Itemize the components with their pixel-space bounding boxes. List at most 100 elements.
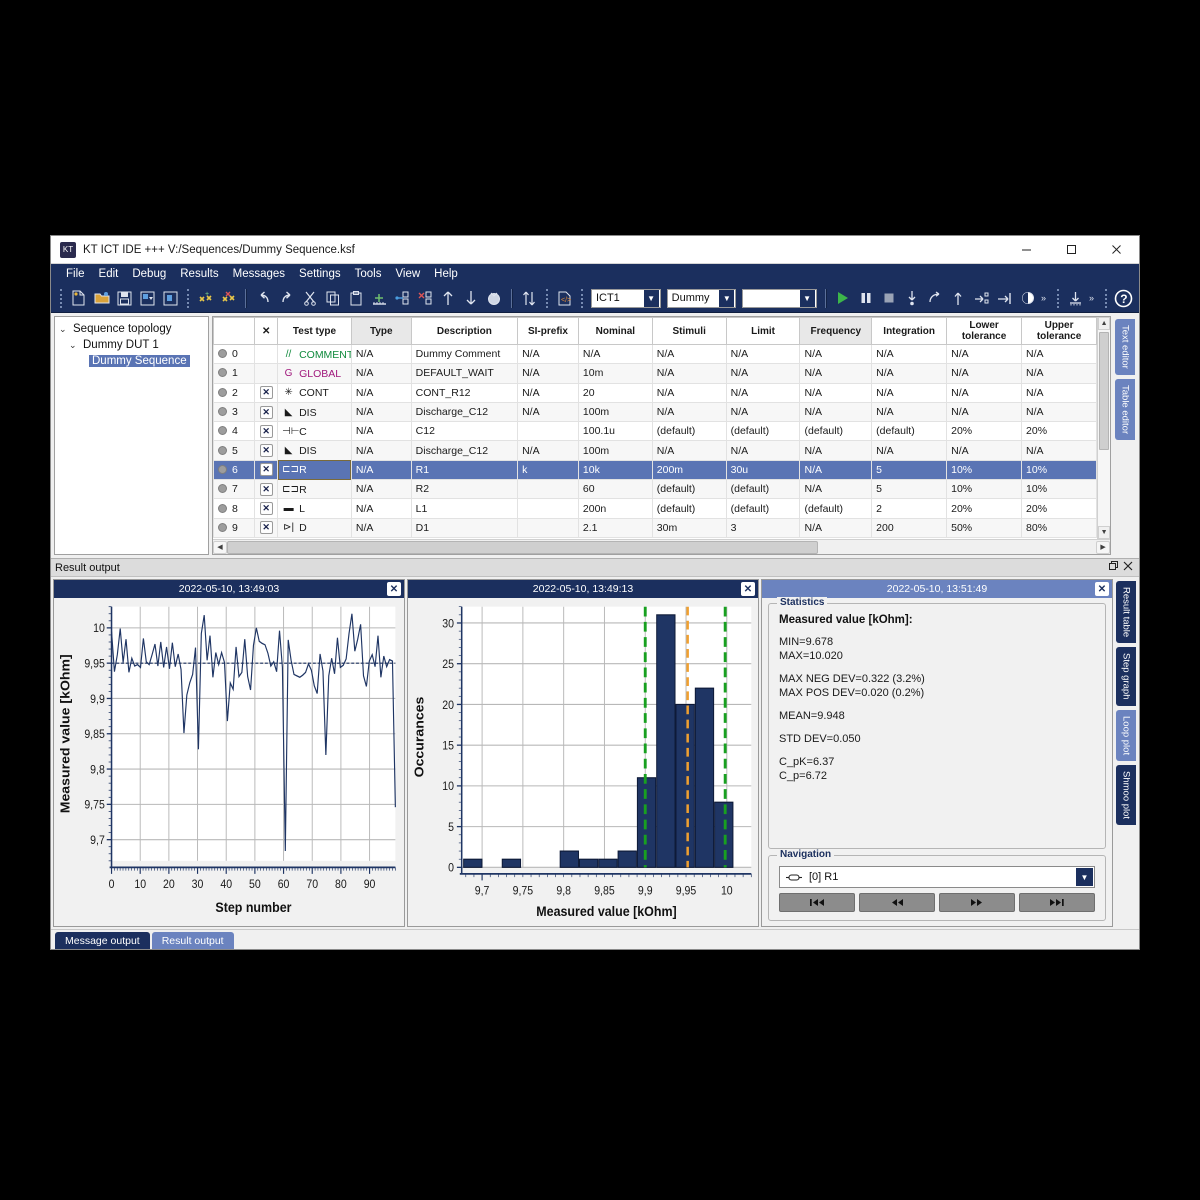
- tab-table-editor[interactable]: Table editor: [1115, 378, 1136, 440]
- cell-limit[interactable]: 3: [725, 518, 801, 538]
- cell-integration[interactable]: N/A: [871, 402, 948, 423]
- move-up-icon[interactable]: [438, 287, 459, 310]
- cell-si-prefix[interactable]: N/A: [517, 383, 579, 403]
- cell-index[interactable]: 2: [213, 383, 256, 403]
- cell-frequency[interactable]: N/A: [799, 440, 873, 461]
- link-icon[interactable]: [392, 287, 413, 310]
- cell-frequency[interactable]: N/A: [799, 344, 873, 365]
- pane-header-3[interactable]: 2022-05-10, 13:51:49 ✕: [762, 580, 1112, 598]
- move-down-icon[interactable]: [461, 287, 482, 310]
- th-description[interactable]: Description: [410, 317, 519, 345]
- clear-icon[interactable]: [484, 287, 505, 310]
- paste-icon[interactable]: [346, 287, 367, 310]
- cell-lower-tolerance[interactable]: N/A: [946, 344, 1023, 365]
- cell-index[interactable]: 4: [213, 421, 256, 442]
- script-icon[interactable]: </>: [554, 287, 575, 310]
- cell-type[interactable]: N/A: [350, 402, 412, 423]
- vscroll-thumb[interactable]: [1099, 332, 1110, 450]
- cut-icon[interactable]: [299, 287, 320, 310]
- cell-test-type[interactable]: G GLOBAL: [277, 363, 352, 384]
- scroll-left-icon[interactable]: ◀: [213, 540, 227, 554]
- download-icon[interactable]: [1065, 287, 1086, 310]
- cell-description[interactable]: DEFAULT_WAIT: [410, 363, 519, 384]
- add-step-icon[interactable]: +: [195, 287, 216, 310]
- chevron-down-icon[interactable]: ⌄: [59, 324, 70, 335]
- close-icon[interactable]: ✕: [741, 582, 755, 596]
- menu-edit[interactable]: Edit: [92, 266, 126, 282]
- cell-stimuli[interactable]: N/A: [651, 402, 727, 423]
- scroll-down-icon[interactable]: ▼: [1098, 526, 1111, 539]
- cell-upper-tolerance[interactable]: N/A: [1021, 402, 1098, 423]
- cell-limit[interactable]: N/A: [725, 383, 801, 403]
- cell-limit[interactable]: (default): [725, 479, 801, 500]
- cell-test-type[interactable]: ⊳| D: [277, 518, 352, 538]
- cell-stimuli[interactable]: N/A: [651, 383, 727, 403]
- chevron-down-icon[interactable]: ⌄: [69, 340, 80, 351]
- table-row[interactable]: 5 ✕ ◣ DIS N/A Discharge_C12 N/A 100m N/A N/A N/A N/…: [213, 440, 1098, 461]
- cell-enable[interactable]: ✕: [254, 421, 279, 442]
- cell-nominal[interactable]: 100m: [577, 402, 653, 423]
- cell-upper-tolerance[interactable]: N/A: [1021, 363, 1098, 384]
- th-type[interactable]: Type: [350, 317, 412, 345]
- save-icon[interactable]: [114, 287, 135, 310]
- stop-icon[interactable]: [879, 287, 900, 310]
- th-si-prefix[interactable]: SI-prefix: [517, 317, 579, 345]
- chevron-down-icon[interactable]: ▼: [799, 289, 815, 307]
- cell-index[interactable]: 3: [213, 402, 256, 423]
- cell-upper-tolerance[interactable]: 20%: [1021, 421, 1098, 442]
- th-enable[interactable]: ✕: [254, 317, 279, 345]
- enable-checkbox[interactable]: ✕: [259, 502, 273, 516]
- step-out-icon[interactable]: [948, 287, 969, 310]
- table-row[interactable]: 2 ✕ ✳ CONT N/A CONT_R12 N/A 20 N/A N/A N/A N/A N/A N/…: [213, 383, 1098, 403]
- close-button[interactable]: [1094, 236, 1139, 263]
- cell-lower-tolerance[interactable]: 50%: [946, 518, 1023, 538]
- cell-type[interactable]: N/A: [350, 460, 412, 481]
- cell-integration[interactable]: 5: [871, 479, 948, 500]
- table-horizontal-scrollbar[interactable]: ◀ ▶: [213, 539, 1111, 554]
- th-integration[interactable]: Integration: [871, 317, 948, 345]
- th-limit[interactable]: Limit: [725, 317, 801, 345]
- cell-frequency[interactable]: N/A: [799, 402, 873, 423]
- tab-step-graph[interactable]: Step graph: [1116, 647, 1136, 706]
- cell-nominal[interactable]: 100m: [577, 440, 653, 461]
- cell-integration[interactable]: N/A: [871, 363, 948, 384]
- cell-lower-tolerance[interactable]: N/A: [946, 383, 1023, 403]
- table-row[interactable]: 0//COMMENT N/A Dummy Comment N/A N/A N/A N/A N/…: [213, 344, 1098, 365]
- table-row[interactable]: 1 G GLOBAL N/A DEFAULT_WAIT N/A 10m N/A N/A N/A N/…: [213, 363, 1098, 384]
- th-index[interactable]: [213, 317, 256, 345]
- cell-type[interactable]: N/A: [350, 344, 412, 365]
- cell-upper-tolerance[interactable]: 10%: [1021, 460, 1098, 481]
- pane-header-1[interactable]: 2022-05-10, 13:49:03 ✕: [54, 580, 404, 598]
- cell-description[interactable]: C12: [410, 421, 519, 442]
- menu-debug[interactable]: Debug: [125, 266, 173, 282]
- cell-test-type[interactable]: ◣ DIS: [277, 440, 352, 461]
- cell-type[interactable]: N/A: [350, 383, 412, 403]
- restore-icon[interactable]: [1107, 561, 1121, 574]
- remove-step-icon[interactable]: [218, 287, 239, 310]
- table-row[interactable]: 3 ✕ ◣ DIS N/A Discharge_C12 N/A 100m N/A N/A N/A N/…: [213, 402, 1098, 423]
- tab-text-editor[interactable]: Text editor: [1115, 319, 1136, 375]
- cell-enable[interactable]: ✕: [254, 518, 279, 538]
- minimize-button[interactable]: [1004, 236, 1049, 263]
- cell-index[interactable]: 0: [213, 344, 256, 365]
- hscroll-track[interactable]: [227, 540, 1096, 554]
- cell-index[interactable]: 5: [213, 440, 256, 461]
- enable-checkbox[interactable]: ✕: [259, 405, 273, 419]
- cell-limit[interactable]: (default): [725, 498, 801, 519]
- table-row[interactable]: 6 ✕ ⊏⊐ R N/A R1 k 10k 200m 30u N/A 5 10% 10%: [213, 460, 1098, 481]
- cell-description[interactable]: Discharge_C12: [410, 402, 519, 423]
- cell-limit[interactable]: (default): [725, 421, 801, 442]
- cell-stimuli[interactable]: N/A: [651, 344, 727, 365]
- goto-icon[interactable]: [994, 287, 1015, 310]
- tab-result-table[interactable]: Result table: [1116, 581, 1136, 644]
- table-vertical-scrollbar[interactable]: ▲ ▼: [1097, 317, 1111, 539]
- tree-node-root[interactable]: ⌄ Sequence topology: [55, 321, 208, 337]
- redo-icon[interactable]: [276, 287, 297, 310]
- cell-upper-tolerance[interactable]: N/A: [1021, 344, 1098, 365]
- enable-checkbox[interactable]: ✕: [259, 444, 273, 458]
- cell-upper-tolerance[interactable]: 10%: [1021, 479, 1098, 500]
- cell-si-prefix[interactable]: N/A: [517, 402, 579, 423]
- cell-nominal[interactable]: N/A: [577, 344, 653, 365]
- cell-limit[interactable]: N/A: [725, 344, 801, 365]
- cell-stimuli[interactable]: (default): [651, 421, 727, 442]
